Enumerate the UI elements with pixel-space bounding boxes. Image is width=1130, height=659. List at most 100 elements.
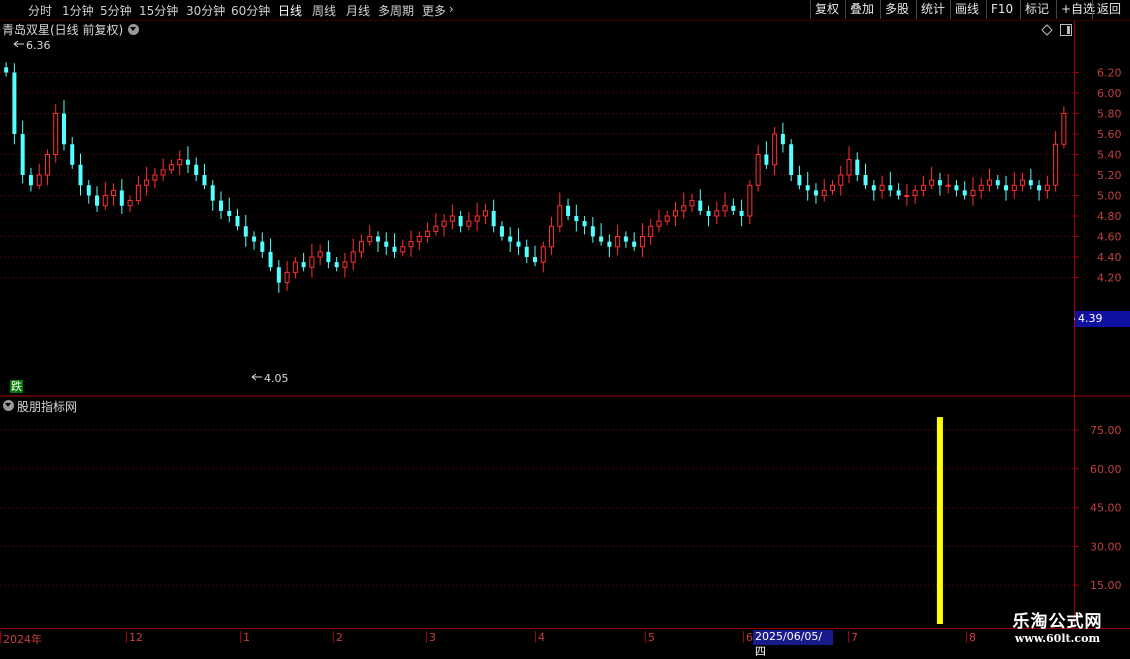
candle-body-77 [639,236,645,248]
indicator-title: 股朋指标网 [17,400,78,414]
date-label-6: 5 [648,631,655,644]
date-label-2: 1 [243,631,250,644]
candle-body-127 [1053,143,1059,186]
candle-body-51 [425,230,431,237]
candle-body-46 [384,241,389,247]
candle-body-76 [632,241,637,247]
candle-body-32 [268,251,273,268]
candle-body-106 [879,184,885,191]
candle-body-115 [954,185,959,191]
candle-body-111 [920,184,926,191]
candle-body-84 [698,200,703,211]
candle-body-96 [797,175,802,186]
candle-body-126 [1044,184,1050,191]
candle-body-0 [4,67,9,73]
main-ytick-label-9: 6.00 [1097,87,1122,100]
candle-body-103 [855,159,860,175]
date-label-3: 2 [336,631,343,644]
candle-body-109 [904,195,910,197]
candle-body-122 [1011,184,1017,191]
candle-body-58 [482,210,488,217]
indicator-ytick-label-0: 15.00 [1090,579,1122,592]
candle-body-100 [829,184,835,191]
indicator-chevron-down-icon[interactable] [3,400,14,411]
candle-body-60 [499,226,504,237]
candle-body-69 [574,216,579,222]
candle-body-105 [871,185,876,191]
candle-body-66 [549,225,555,248]
candle-body-101 [838,174,844,186]
candle-body-13 [111,189,117,196]
candle-body-36 [301,262,306,268]
high-price-marker: 6.36 [26,39,51,52]
candle-body-78 [648,225,654,237]
candle-body-79 [656,220,662,227]
candle-body-99 [821,189,827,196]
candle-body-102 [846,159,852,176]
candle-body-89 [739,210,744,216]
candle-body-80 [664,215,670,222]
candle-body-40 [334,262,339,268]
candle-body-5 [44,154,50,176]
candle-body-28 [235,216,240,227]
candle-body-124 [1028,180,1033,186]
candle-body-121 [1004,185,1009,191]
candle-body-50 [416,236,422,243]
candle-body-27 [227,210,232,216]
candle-body-108 [896,190,901,196]
date-label-9: 8 [969,631,976,644]
candle-body-21 [177,159,183,166]
candle-body-10 [86,185,91,196]
main-ytick-label-10: 6.20 [1097,67,1122,80]
date-label-7: 6 [746,631,753,644]
candle-body-45 [375,236,380,242]
candle-body-88 [731,205,736,211]
date-tick-9 [966,631,967,643]
candle-body-67 [557,205,563,227]
candle-body-15 [127,200,133,207]
date-label-5: 4 [538,631,545,644]
candle-body-52 [433,225,439,232]
candle-body-4 [36,174,42,186]
candle-body-48 [400,246,406,253]
date-label-4: 3 [429,631,436,644]
low-price-marker: 4.05 [264,372,289,385]
candle-body-20 [168,164,174,171]
indicator-ytick-label-1: 30.00 [1090,540,1122,553]
candle-body-30 [252,236,257,242]
cursor-date-label: 2025/06/05/四 [755,630,823,658]
candle-body-35 [292,261,298,273]
candle-body-25 [210,185,215,201]
candle-body-92 [764,154,769,165]
candle-body-11 [95,195,100,206]
candle-body-26 [218,200,223,211]
candlestick-chart[interactable]: 4.20 4.40 4.60 4.80 5.00 5.20 5.40 5.60 5.80 6.00… [0,0,1130,650]
candle-body-53 [441,220,447,227]
candle-body-9 [78,164,83,186]
cursor-date-box: 2025/06/05/四 [753,630,833,658]
candle-body-56 [466,220,472,227]
candle-body-2 [20,134,25,175]
candle-body-3 [28,175,33,186]
candle-body-44 [367,236,373,243]
candle-body-38 [317,251,323,258]
main-ytick-label-4: 5.00 [1097,190,1122,203]
candle-body-22 [185,159,190,165]
date-label-1: 12 [129,631,143,644]
candle-body-31 [260,241,265,252]
candle-body-62 [516,241,521,247]
candle-body-75 [623,236,628,242]
watermark-title: 乐淘公式网 [1012,612,1103,632]
candle-body-98 [813,190,818,196]
candle-body-86 [714,210,720,217]
date-tick-2 [240,631,241,643]
candle-body-117 [970,189,976,196]
date-tick-1 [126,631,127,643]
candle-body-128 [1061,113,1067,145]
candle-body-68 [566,205,571,216]
candle-body-71 [590,226,595,237]
candle-body-42 [350,251,356,263]
indicator-ytick-label-2: 45.00 [1090,502,1122,515]
date-tick-0 [0,631,1,643]
candle-body-18 [152,174,158,181]
